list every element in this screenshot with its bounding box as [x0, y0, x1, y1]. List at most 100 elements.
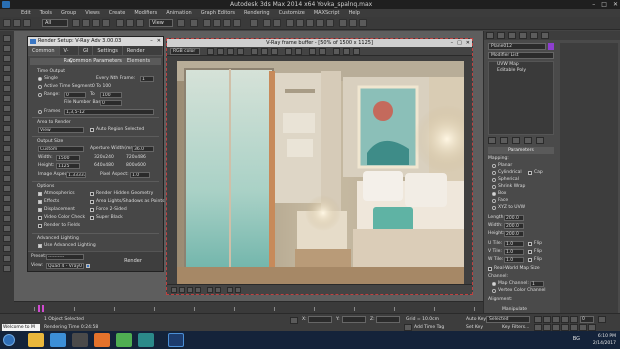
redo-icon[interactable]	[13, 19, 21, 27]
tool-icon-11[interactable]	[3, 135, 11, 142]
width-field[interactable]: 200.0	[504, 223, 524, 229]
mapping-planar-radio[interactable]	[492, 164, 496, 168]
file-number-base-field[interactable]: 0	[100, 100, 122, 106]
maxscript-listener[interactable]: Welcome to M	[2, 324, 40, 331]
next-frame-icon[interactable]	[561, 316, 569, 323]
configure-sets-icon[interactable]	[536, 137, 544, 144]
graphite-toggle-icon[interactable]	[296, 19, 304, 27]
tool-icon-12[interactable]	[3, 145, 11, 152]
mirror-icon[interactable]	[263, 19, 271, 27]
tab-vray[interactable]: V-Ray	[60, 46, 79, 64]
map-channel-field[interactable]: 1	[530, 281, 544, 287]
curves-icon[interactable]	[187, 287, 193, 293]
schematic-view-icon[interactable]	[316, 19, 324, 27]
rotate-icon[interactable]	[126, 19, 134, 27]
pivot-icon[interactable]	[177, 19, 185, 27]
range-radio[interactable]	[38, 93, 42, 97]
selection-filter-dropdown[interactable]: All	[42, 19, 68, 27]
preset-dropdown[interactable]: ----------	[46, 254, 84, 260]
tool-icon-14[interactable]	[3, 165, 11, 172]
aperture-field[interactable]: 36.0	[132, 146, 154, 152]
percent-snap-icon[interactable]	[223, 19, 231, 27]
tab-render-elements[interactable]: Render Elements	[123, 46, 163, 64]
u-flip-checkbox[interactable]	[528, 242, 532, 246]
stack-item-editable-poly[interactable]: Editable Poly	[489, 68, 553, 74]
blue-channel-icon[interactable]	[227, 48, 234, 55]
display-srgb-icon[interactable]	[207, 287, 213, 293]
tool-icon-19[interactable]	[3, 215, 11, 222]
lock-selection-icon[interactable]	[290, 317, 298, 324]
width-field[interactable]: 1500	[56, 155, 80, 161]
snaps-toggle-icon[interactable]	[203, 19, 211, 27]
frames-field[interactable]: 1,3,5-12	[64, 109, 154, 115]
keyframe-marker[interactable]	[42, 305, 44, 312]
app-icon[interactable]	[2, 1, 10, 8]
tool-icon-9[interactable]	[3, 115, 11, 122]
track-mouse-icon[interactable]	[295, 48, 302, 55]
tab-common[interactable]: Common	[28, 46, 60, 55]
height-field[interactable]: 1125	[56, 163, 80, 169]
single-radio[interactable]	[38, 77, 42, 81]
close-button[interactable]: ✕	[613, 1, 618, 8]
tool-icon-17[interactable]	[3, 195, 11, 202]
menu-group[interactable]: Group	[61, 10, 76, 16]
vfb-minimize[interactable]: –	[451, 39, 454, 47]
rect-region-icon[interactable]	[92, 19, 100, 27]
select-by-name-icon[interactable]	[82, 19, 90, 27]
x-coord-field[interactable]	[308, 316, 332, 323]
timeline[interactable]	[14, 301, 483, 313]
load-image-icon[interactable]	[261, 48, 268, 55]
display-tab-icon[interactable]	[530, 32, 538, 39]
pixel-aspect-field[interactable]: 1.0	[130, 172, 150, 178]
window-crossing-icon[interactable]	[102, 19, 110, 27]
create-tab-icon[interactable]	[486, 32, 494, 39]
link-icon[interactable]	[23, 19, 31, 27]
menu-create[interactable]: Create	[109, 10, 126, 16]
object-name-field[interactable]: Plane012	[488, 43, 546, 50]
range-to-field[interactable]: 100	[100, 92, 122, 98]
alpha-channel-icon[interactable]	[237, 48, 244, 55]
photoshop-icon[interactable]	[168, 333, 184, 347]
tool-icon-7[interactable]	[3, 95, 11, 102]
every-nth-field[interactable]: 1	[140, 76, 154, 82]
zoom-all-icon[interactable]	[543, 324, 551, 331]
displacement-checkbox[interactable]	[38, 208, 42, 212]
tool-icon-23[interactable]	[3, 255, 11, 262]
menu-rendering[interactable]: Rendering	[244, 10, 270, 16]
render-button[interactable]: Render	[113, 256, 153, 266]
tool-icon-10[interactable]	[3, 125, 11, 132]
menu-animation[interactable]: Animation	[166, 10, 192, 16]
range-from-field[interactable]: 0	[64, 92, 86, 98]
pixel-info-icon[interactable]	[227, 287, 233, 293]
v-flip-checkbox[interactable]	[528, 250, 532, 254]
render-last-icon[interactable]	[333, 48, 340, 55]
menu-customize[interactable]: Customize	[279, 10, 305, 16]
auto-key-button[interactable]: Auto Key	[466, 317, 486, 322]
render-icon[interactable]	[353, 48, 360, 55]
key-mode-dropdown[interactable]: Selected	[486, 316, 530, 323]
lens-effects-icon[interactable]	[235, 287, 241, 293]
mapping-shrinkwrap-radio[interactable]	[492, 185, 496, 189]
tab-gi[interactable]: GI	[79, 46, 94, 55]
zoom-icon[interactable]	[534, 324, 542, 331]
maximize-viewport-icon[interactable]	[588, 324, 596, 331]
w-flip-checkbox[interactable]	[528, 258, 532, 262]
undo-icon[interactable]	[3, 19, 11, 27]
image-aspect-field[interactable]: 1.33333	[66, 172, 86, 178]
chrome-icon[interactable]	[116, 333, 132, 347]
red-channel-icon[interactable]	[207, 48, 214, 55]
length-field[interactable]: 200.0	[504, 215, 524, 221]
cap-checkbox[interactable]	[528, 171, 532, 175]
firefox-icon[interactable]	[94, 333, 110, 347]
rendered-frame-icon[interactable]	[349, 19, 357, 27]
make-unique-icon[interactable]	[512, 137, 520, 144]
tab-settings[interactable]: Settings	[93, 46, 123, 55]
tool-icon-3[interactable]	[3, 55, 11, 62]
show-end-result-icon[interactable]	[500, 137, 508, 144]
vfb-maximize[interactable]: □	[457, 39, 462, 47]
preset-640x480[interactable]: 640x480	[94, 163, 114, 168]
u-tile-field[interactable]: 1.0	[504, 241, 524, 247]
force-2sided-checkbox[interactable]	[90, 208, 94, 212]
area-to-render-dropdown[interactable]: View	[38, 127, 84, 133]
real-world-checkbox[interactable]	[488, 267, 492, 271]
